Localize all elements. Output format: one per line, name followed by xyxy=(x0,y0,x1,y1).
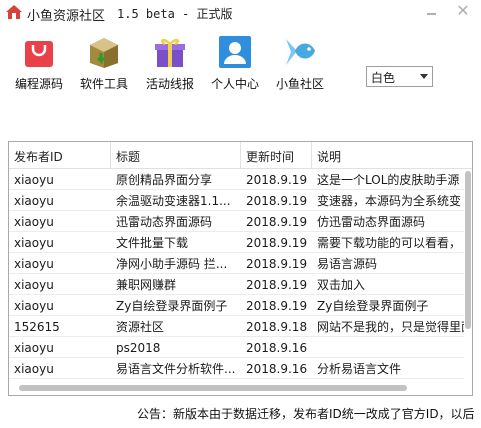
toolbar-button-source-code[interactable]: 编程源码 xyxy=(7,35,71,93)
cell-description: 这是一个LOL的皮肤助手源 xyxy=(317,173,460,187)
cell-update-time: 2018.9.18 xyxy=(246,320,308,334)
cell-update-time: 2018.9.19 xyxy=(246,194,308,208)
resource-table: 发布者ID 标题 更新时间 说明 xiaoyu 原创精品界面分享 2018.9.19… xyxy=(8,141,473,396)
cell-publisher-id: xiaoyu xyxy=(14,215,54,229)
column-header-update-time[interactable]: 更新时间 xyxy=(241,142,312,168)
cell-title: 余温驱动变速器1.1... xyxy=(116,194,231,208)
title-bar: 小鱼资源社区 1.5 beta - 正式版 ✕ xyxy=(0,0,481,26)
toolbar-label: 编程源码 xyxy=(14,77,63,91)
cell-update-time: 2018.9.16 xyxy=(246,341,308,355)
toolbar-label: 个人中心 xyxy=(210,77,259,91)
cell-title: 迅雷动态界面源码 xyxy=(116,215,213,229)
table-row[interactable]: xiaoyu ps2018 2018.9.16 xyxy=(9,337,464,358)
table-row[interactable]: xiaoyu 迅雷动态界面源码 2018.9.19 仿迅雷动态界面源码 xyxy=(9,211,464,232)
cell-update-time: 2018.9.19 xyxy=(246,215,308,229)
toolbar-button-activities[interactable]: 活动线报 xyxy=(138,35,202,93)
cell-publisher-id: xiaoyu xyxy=(14,299,54,313)
vertical-scrollbar[interactable] xyxy=(464,169,472,381)
cell-update-time: 2018.9.16 xyxy=(246,362,308,376)
cell-description: 双击加入 xyxy=(317,278,366,292)
toolbar-button-software-tools[interactable]: 软件工具 xyxy=(72,35,136,93)
column-header-title[interactable]: 标题 xyxy=(111,142,241,168)
table-row[interactable]: xiaoyu 文件批量下载 2018.9.19 需要下载功能的可以看看， xyxy=(9,232,464,253)
table-row[interactable]: xiaoyu 净网小助手源码 拦... 2018.9.19 易语言源码 xyxy=(9,253,464,274)
table-row[interactable]: xiaoyu 原创精品界面分享 2018.9.19 这是一个LOL的皮肤助手源 xyxy=(9,169,464,190)
cell-description: Zy自绘登录界面例子 xyxy=(317,299,429,313)
cell-description: 分析易语言文件 xyxy=(317,362,402,376)
table-body: xiaoyu 原创精品界面分享 2018.9.19 这是一个LOL的皮肤助手源 xiao… xyxy=(9,169,464,381)
toolbar-button-fish-community[interactable]: 小鱼社区 xyxy=(268,35,332,93)
cell-title: Zy自绘登录界面例子 xyxy=(116,299,228,313)
package-box-icon xyxy=(90,38,118,68)
chevron-down-icon xyxy=(420,74,428,79)
announcement-text: 公告：新版本由于数据迁移，发布者ID统一改成了官方ID，以后 xyxy=(137,407,475,421)
cell-update-time: 2018.9.19 xyxy=(246,278,308,292)
table-row[interactable]: xiaoyu 易语言文件分析软件... 2018.9.16 分析易语言文件 xyxy=(9,358,464,379)
column-header-description[interactable]: 说明 xyxy=(312,142,472,168)
horizontal-scrollbar[interactable] xyxy=(9,381,472,395)
cell-publisher-id: xiaoyu xyxy=(14,194,54,208)
cell-publisher-id: xiaoyu xyxy=(14,278,54,292)
close-icon[interactable]: ✕ xyxy=(455,3,471,19)
cell-title: 兼职网赚群 xyxy=(116,278,177,292)
cell-description: 变速器，本源码为全系统变 xyxy=(317,194,462,208)
cell-description: 仿迅雷动态界面源码 xyxy=(317,215,426,229)
cell-title: 易语言文件分析软件... xyxy=(116,362,236,376)
theme-select-value: 白色 xyxy=(371,71,396,85)
column-header-publisher-id[interactable]: 发布者ID xyxy=(9,142,111,168)
minimize-icon[interactable] xyxy=(424,4,440,20)
cell-update-time: 2018.9.19 xyxy=(246,257,308,271)
toolbar-button-personal-center[interactable]: 个人中心 xyxy=(203,35,267,93)
cell-publisher-id: xiaoyu xyxy=(14,362,54,376)
cell-update-time: 2018.9.19 xyxy=(246,173,308,187)
shopping-bag-icon xyxy=(25,41,53,67)
cell-description xyxy=(312,337,464,357)
cell-description: 需要下载功能的可以看看， xyxy=(317,236,462,250)
toolbar-label: 软件工具 xyxy=(79,77,128,91)
gift-box-icon xyxy=(155,38,185,67)
table-row[interactable]: 152615 资源社区 2018.9.18 网站不是我的，只是觉得里面 xyxy=(9,316,464,337)
horizontal-scroll-thumb[interactable] xyxy=(19,385,407,391)
cell-update-time: 2018.9.19 xyxy=(246,236,308,250)
cell-publisher-id: xiaoyu xyxy=(14,236,54,250)
theme-select[interactable]: 白色 xyxy=(366,66,433,87)
table-row[interactable]: xiaoyu 兼职网赚群 2018.9.19 双击加入 xyxy=(9,274,464,295)
cell-title: 原创精品界面分享 xyxy=(116,173,213,187)
toolbar-label: 小鱼社区 xyxy=(275,77,324,91)
toolbar-label: 活动线报 xyxy=(145,77,194,91)
cell-publisher-id: xiaoyu xyxy=(14,257,54,271)
table-row[interactable]: xiaoyu 余温驱动变速器1.1... 2018.9.19 变速器，本源码为全系统变 xyxy=(9,190,464,211)
cell-publisher-id: xiaoyu xyxy=(14,341,54,355)
table-row[interactable]: xiaoyu Zy自绘登录界面例子 2018.9.19 Zy自绘登录界面例子 xyxy=(9,295,464,316)
cell-update-time: 2018.9.19 xyxy=(246,299,308,313)
cell-publisher-id: 152615 xyxy=(14,320,60,334)
fish-icon xyxy=(286,39,315,65)
cell-title: 资源社区 xyxy=(116,320,165,334)
table-header: 发布者ID 标题 更新时间 说明 xyxy=(9,142,472,169)
vertical-scroll-thumb[interactable] xyxy=(465,171,471,329)
cell-description: 易语言源码 xyxy=(317,257,378,271)
cell-title: ps2018 xyxy=(116,341,161,355)
window-title: 小鱼资源社区 xyxy=(27,9,106,24)
cell-title: 净网小助手源码 拦... xyxy=(116,257,228,271)
cell-publisher-id: xiaoyu xyxy=(14,173,54,187)
cell-description: 网站不是我的，只是觉得里面 xyxy=(317,320,464,334)
cell-title: 文件批量下载 xyxy=(116,236,189,250)
window-version: 1.5 beta - 正式版 xyxy=(117,7,233,21)
app-house-icon xyxy=(6,5,22,19)
user-profile-icon xyxy=(219,36,251,68)
